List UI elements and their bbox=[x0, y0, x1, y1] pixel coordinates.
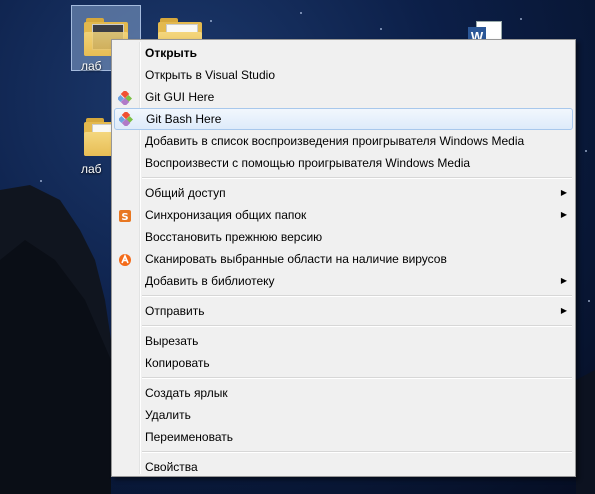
menu-item-label: Создать ярлык bbox=[145, 386, 228, 400]
menu-item-open-in-visual-studio[interactable]: Открыть в Visual Studio bbox=[112, 64, 575, 86]
menu-item-rename[interactable]: Переименовать bbox=[112, 426, 575, 448]
git-icon bbox=[116, 89, 133, 107]
menu-item-label: Добавить в библиотеку bbox=[145, 274, 275, 288]
desktop-icon-label: лаб bbox=[81, 162, 102, 176]
menu-item-label: Свойства bbox=[145, 460, 198, 474]
avast-icon bbox=[118, 252, 132, 266]
menu-item-open[interactable]: Открыть bbox=[112, 42, 575, 64]
menu-item-label: Восстановить прежнюю версию bbox=[145, 230, 323, 244]
menu-item-label: Открыть bbox=[145, 46, 198, 60]
menu-item-label: Копировать bbox=[145, 356, 210, 370]
menu-item-label: Открыть в Visual Studio bbox=[145, 68, 275, 82]
menu-separator bbox=[112, 322, 575, 330]
menu-item-sync-shared-folders[interactable]: S Синхронизация общих папок ▶ bbox=[112, 204, 575, 226]
menu-item-label: Git Bash Here bbox=[146, 112, 222, 126]
desktop-icon-label: лаб bbox=[81, 59, 102, 73]
menu-item-add-to-library[interactable]: Добавить в библиотеку ▶ bbox=[112, 270, 575, 292]
menu-item-label: Синхронизация общих папок bbox=[145, 208, 307, 222]
git-icon bbox=[117, 110, 134, 128]
menu-item-label: Добавить в список воспроизведения проигр… bbox=[145, 134, 525, 148]
svg-text:S: S bbox=[121, 212, 128, 223]
sync-icon: S bbox=[118, 208, 132, 223]
submenu-arrow-icon: ▶ bbox=[560, 210, 567, 219]
menu-item-label: Воспроизвести с помощью проигрывателя Wi… bbox=[145, 156, 471, 170]
menu-item-label: Git GUI Here bbox=[145, 90, 215, 104]
submenu-arrow-icon: ▶ bbox=[560, 306, 567, 315]
menu-item-create-shortcut[interactable]: Создать ярлык bbox=[112, 382, 575, 404]
menu-item-properties[interactable]: Свойства bbox=[112, 456, 575, 478]
menu-item-play-with-wmp[interactable]: Воспроизвести с помощью проигрывателя Wi… bbox=[112, 152, 575, 174]
menu-separator bbox=[112, 292, 575, 300]
menu-separator bbox=[112, 374, 575, 382]
submenu-arrow-icon: ▶ bbox=[560, 188, 567, 197]
menu-separator bbox=[112, 174, 575, 182]
menu-item-label: Вырезать bbox=[145, 334, 199, 348]
menu-item-share[interactable]: Общий доступ ▶ bbox=[112, 182, 575, 204]
context-menu: Открыть Открыть в Visual Studio Git GUI … bbox=[111, 39, 576, 477]
menu-item-label: Удалить bbox=[145, 408, 191, 422]
submenu-arrow-icon: ▶ bbox=[560, 276, 567, 285]
menu-item-git-gui-here[interactable]: Git GUI Here bbox=[112, 86, 575, 108]
menu-item-label: Отправить bbox=[145, 304, 205, 318]
menu-item-add-to-wmp-playlist[interactable]: Добавить в список воспроизведения проигр… bbox=[112, 130, 575, 152]
menu-separator bbox=[112, 448, 575, 456]
menu-item-copy[interactable]: Копировать bbox=[112, 352, 575, 374]
menu-item-git-bash-here[interactable]: Git Bash Here bbox=[114, 108, 573, 130]
menu-item-restore-previous-version[interactable]: Восстановить прежнюю версию bbox=[112, 226, 575, 248]
menu-item-label: Сканировать выбранные области на наличие… bbox=[145, 252, 447, 266]
menu-item-label: Переименовать bbox=[145, 430, 233, 444]
menu-item-delete[interactable]: Удалить bbox=[112, 404, 575, 426]
menu-item-cut[interactable]: Вырезать bbox=[112, 330, 575, 352]
menu-item-send-to[interactable]: Отправить ▶ bbox=[112, 300, 575, 322]
menu-item-scan-for-viruses[interactable]: Сканировать выбранные области на наличие… bbox=[112, 248, 575, 270]
menu-item-label: Общий доступ bbox=[145, 186, 226, 200]
